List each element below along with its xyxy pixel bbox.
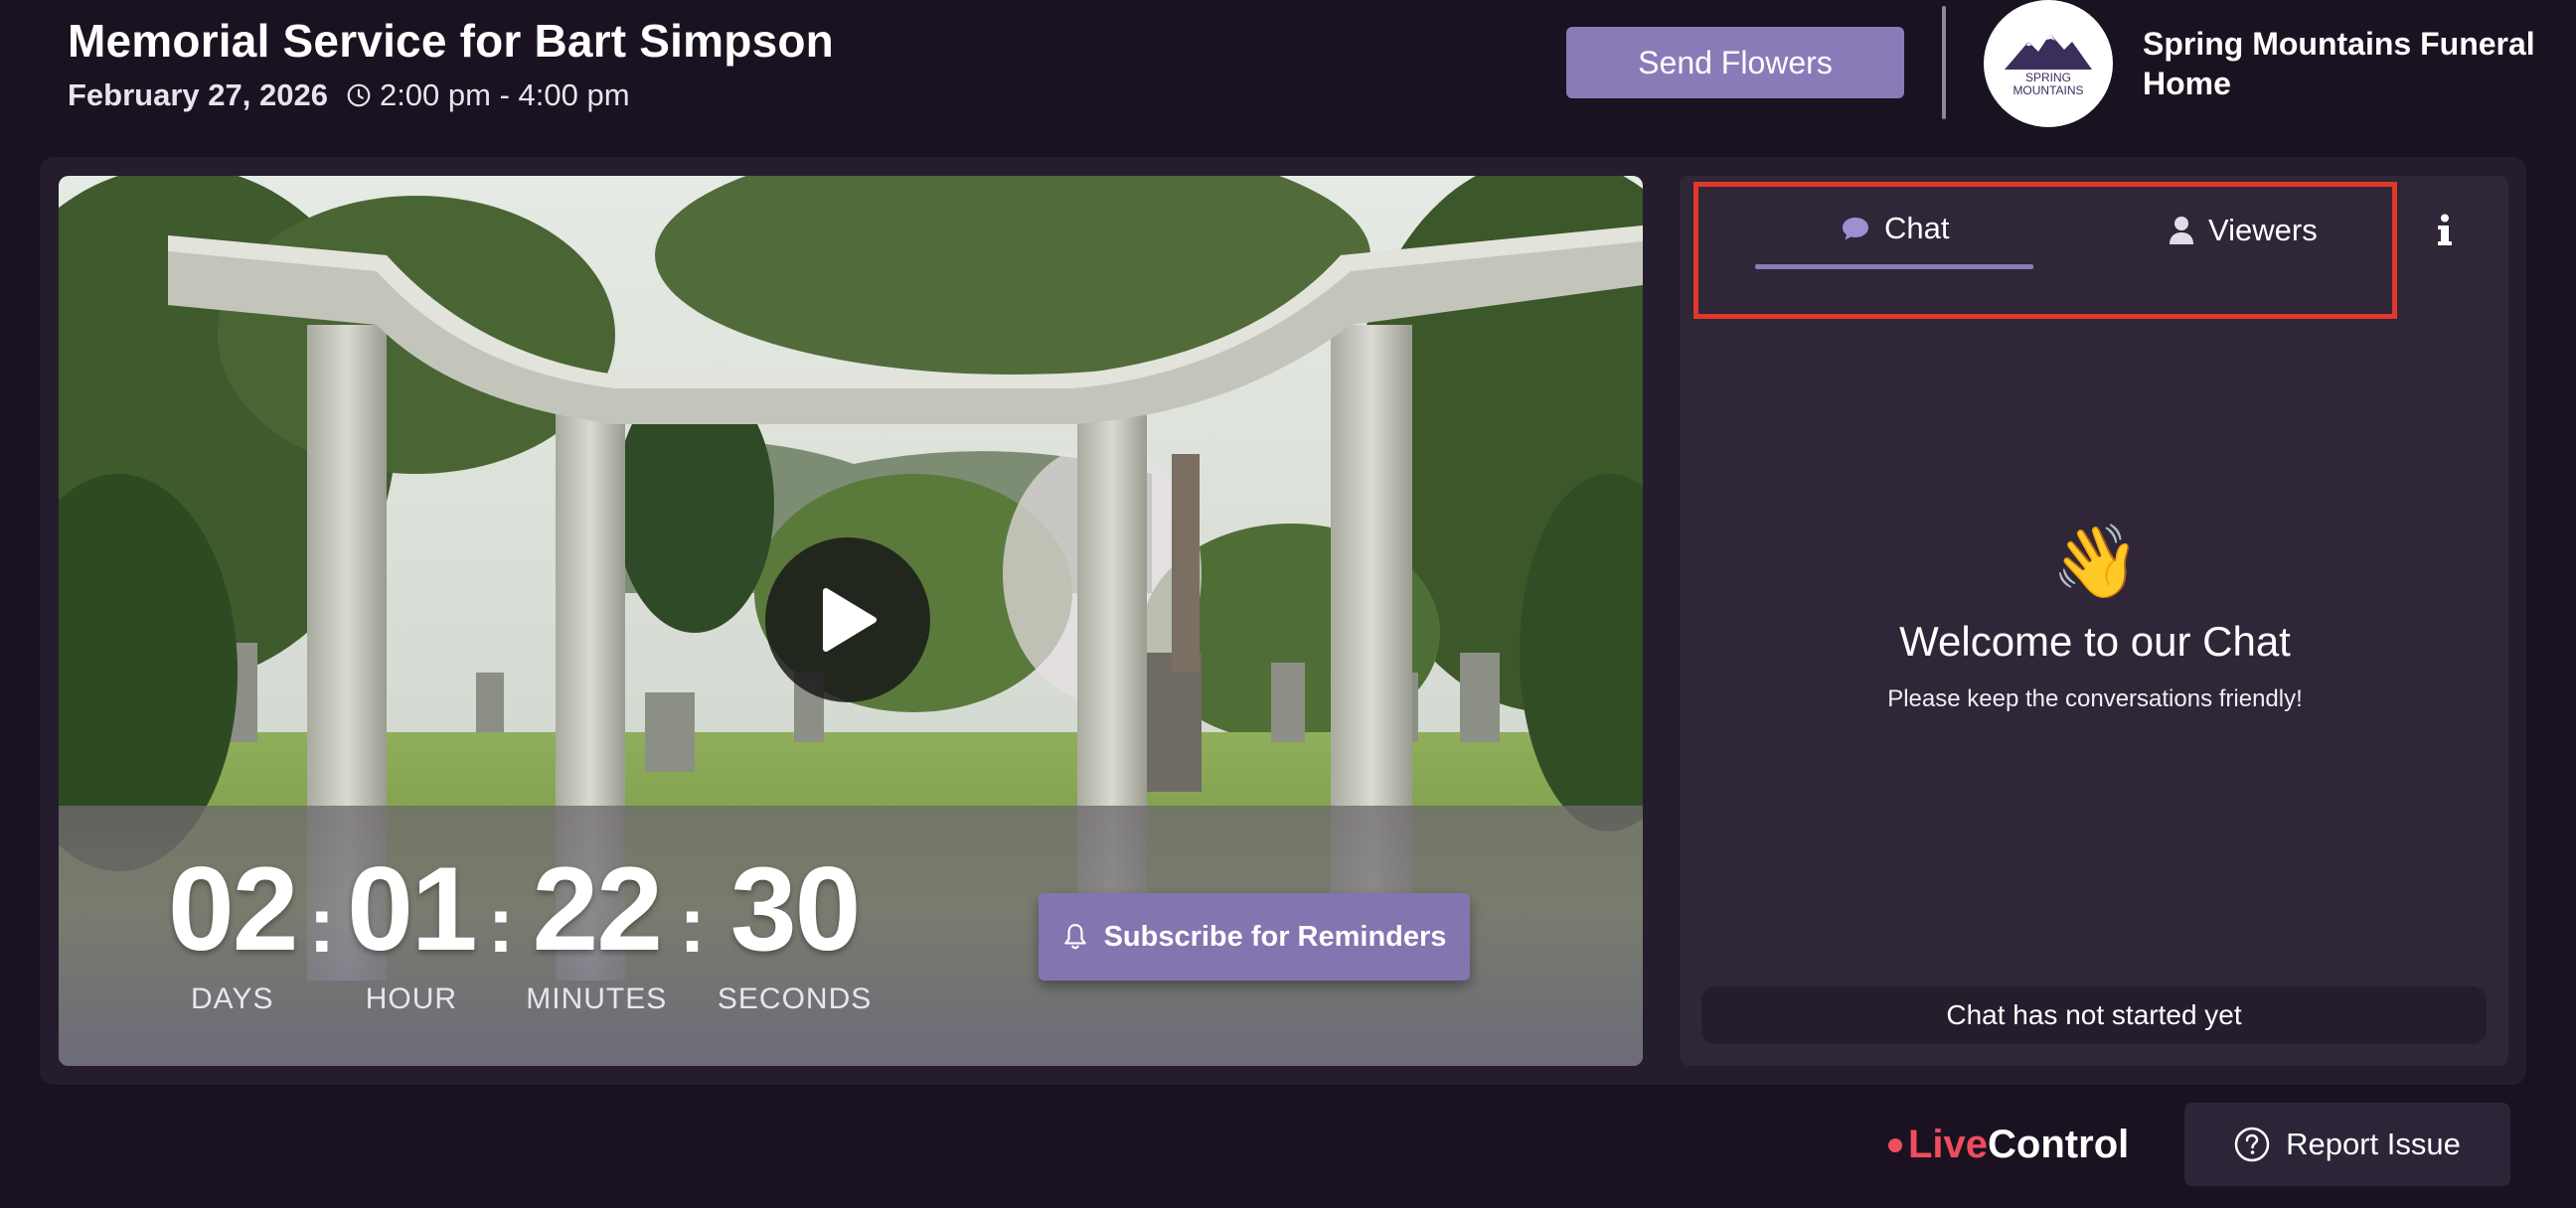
- countdown-separator: :: [679, 880, 706, 969]
- countdown-seconds-label: SECONDS: [717, 982, 873, 1015]
- event-meta: February 27, 2026 2:00 pm - 4:00 pm: [68, 77, 630, 113]
- person-icon: [2170, 217, 2193, 244]
- brand-live: Live: [1908, 1123, 1989, 1166]
- play-icon: [823, 588, 877, 652]
- event-title: Memorial Service for Bart Simpson: [68, 15, 834, 67]
- chat-status-bar: Chat has not started yet: [1701, 986, 2487, 1044]
- countdown-timer: 02 DAYS : 01 HOUR : 22 MINUTES : 30 SECO…: [168, 849, 872, 1016]
- report-issue-button[interactable]: Report Issue: [2184, 1103, 2510, 1186]
- video-player[interactable]: 02 DAYS : 01 HOUR : 22 MINUTES : 30 SECO…: [59, 176, 1643, 1066]
- countdown-minutes: 22 MINUTES: [526, 849, 667, 1016]
- countdown-minutes-value: 22: [532, 842, 663, 976]
- play-button[interactable]: [765, 537, 930, 702]
- countdown-days: 02 DAYS: [168, 842, 298, 1016]
- livecontrol-logo: Live Control: [1888, 1123, 2129, 1167]
- send-flowers-button[interactable]: Send Flowers: [1566, 27, 1904, 98]
- waving-hand-icon: 👋: [2051, 523, 2141, 602]
- brand-control: Control: [1988, 1123, 2130, 1166]
- countdown-days-value: 02: [168, 842, 298, 976]
- countdown-minutes-label: MINUTES: [526, 982, 668, 1015]
- chat-bubble-icon: [1843, 218, 1868, 240]
- subscribe-label: Subscribe for Reminders: [1103, 920, 1447, 953]
- event-date: February 27, 2026: [68, 77, 328, 112]
- event-time: 2:00 pm - 4:00 pm: [346, 77, 630, 113]
- mountain-logo-icon: [2005, 34, 2092, 70]
- funeral-home-logo: SPRING MOUNTAINS: [1984, 0, 2113, 127]
- funeral-home-name: Spring Mountains Funeral Home: [2143, 26, 2535, 101]
- header-divider: [1942, 6, 1946, 119]
- tab-viewers[interactable]: Viewers: [2169, 213, 2318, 248]
- countdown-separator: :: [308, 880, 336, 969]
- countdown-hour: 01 HOUR: [347, 842, 477, 1016]
- countdown-hour-label: HOUR: [365, 982, 458, 1015]
- countdown-days-label: DAYS: [191, 982, 274, 1015]
- countdown-seconds: 30 SECONDS: [718, 849, 872, 1016]
- tab-chat-label: Chat: [1884, 211, 1950, 245]
- active-tab-indicator: [1755, 264, 2033, 269]
- logo-text: SPRING MOUNTAINS: [2012, 71, 2084, 97]
- question-circle-icon: [2234, 1127, 2270, 1162]
- event-time-text: 2:00 pm - 4:00 pm: [379, 77, 630, 112]
- info-icon[interactable]: [2431, 211, 2459, 250]
- bell-icon: [1063, 924, 1086, 950]
- chat-welcome-subtitle: Please keep the conversations friendly!: [1887, 685, 2303, 712]
- countdown-hour-value: 01: [347, 842, 477, 976]
- tab-chat[interactable]: Chat: [1841, 211, 1949, 246]
- tabs-highlight-box: [1693, 182, 2397, 319]
- live-dot-icon: [1888, 1137, 1902, 1152]
- countdown-separator: :: [487, 880, 515, 969]
- chat-welcome-title: Welcome to our Chat: [1899, 618, 2291, 665]
- clock-icon: [347, 83, 371, 107]
- countdown-seconds-value: 30: [729, 842, 861, 976]
- subscribe-reminders-button[interactable]: Subscribe for Reminders: [1039, 893, 1470, 981]
- report-issue-label: Report Issue: [2286, 1127, 2461, 1161]
- tab-viewers-label: Viewers: [2208, 213, 2318, 247]
